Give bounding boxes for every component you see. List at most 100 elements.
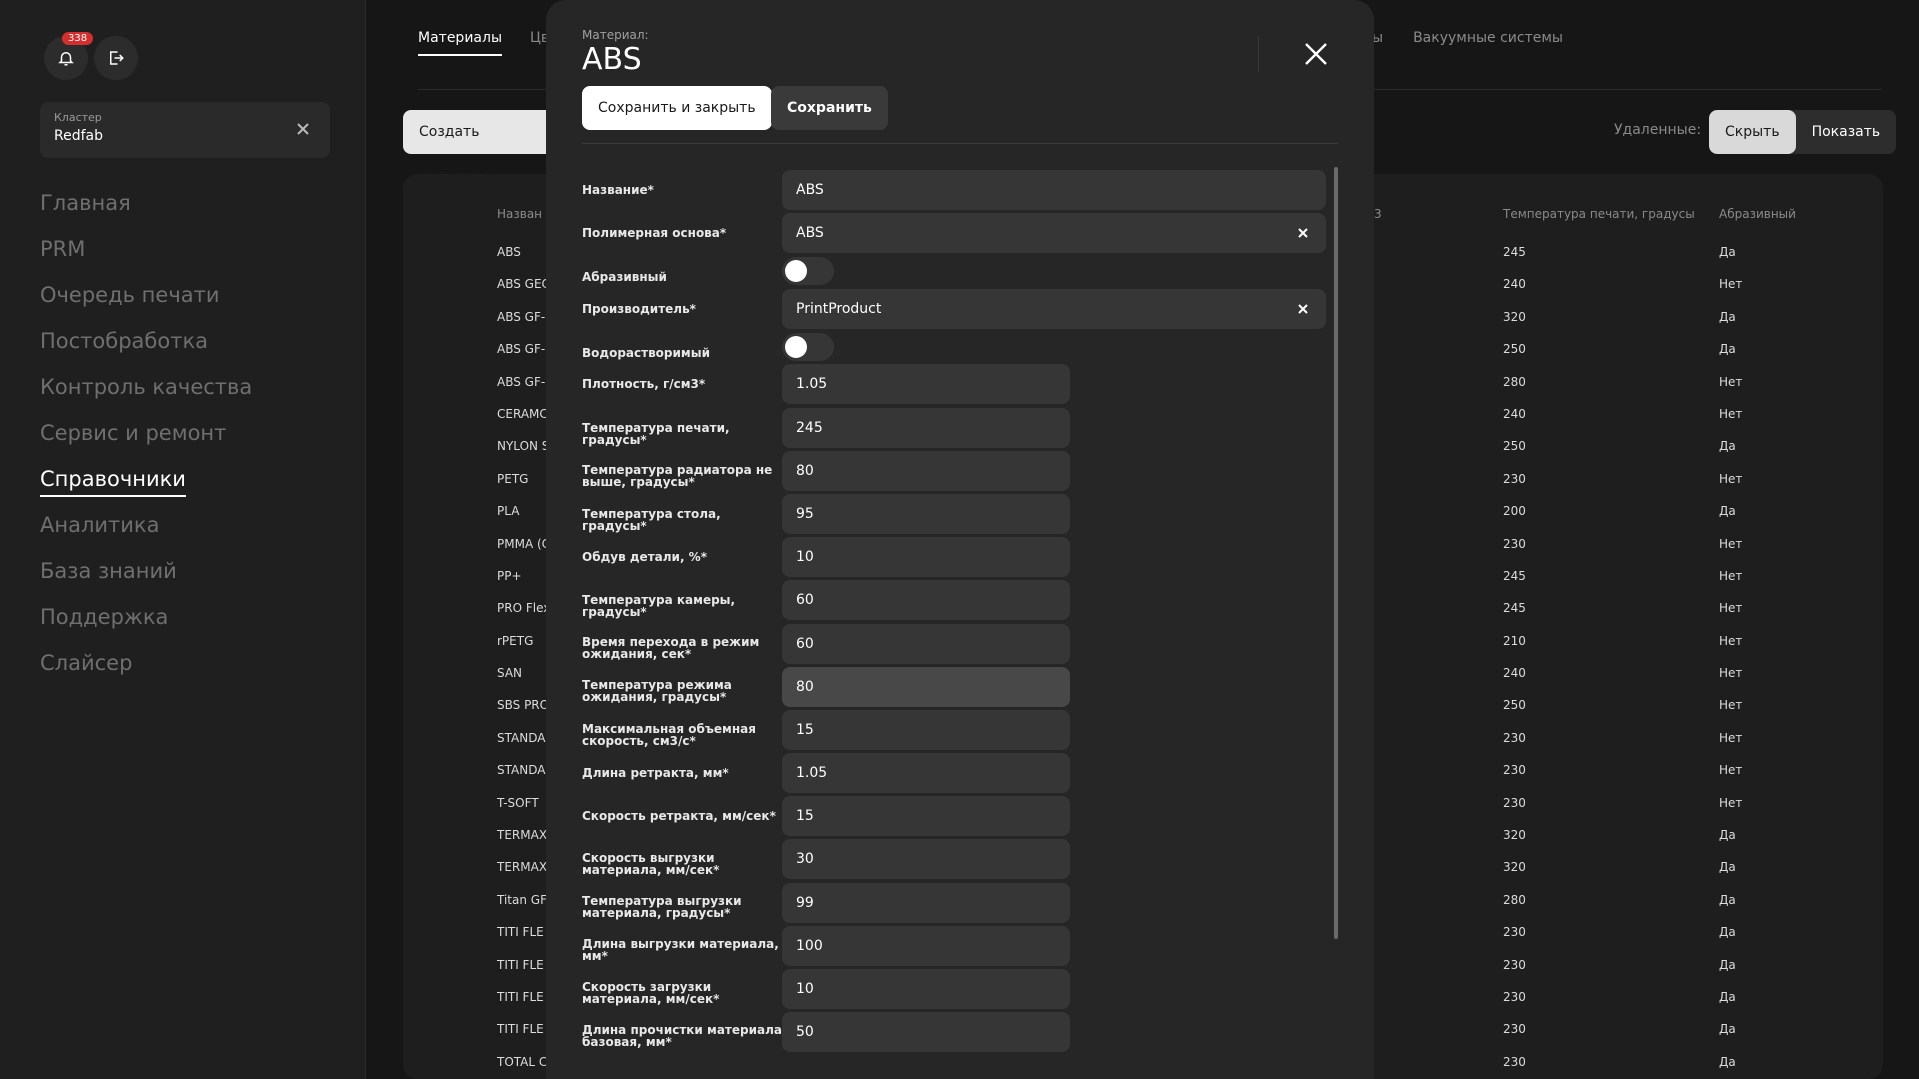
tab-vacuum-systems[interactable]: Вакуумные системы bbox=[1413, 30, 1563, 46]
table-cell-print-temp: 230 bbox=[1503, 471, 1526, 486]
table-cell-name: T-SOFT bbox=[497, 795, 539, 810]
table-cell-name: PP+ bbox=[497, 568, 522, 583]
modal-scrollbar[interactable] bbox=[1334, 167, 1338, 939]
table-cell-abrasive: Да bbox=[1719, 892, 1736, 907]
save-button[interactable]: Сохранить bbox=[771, 86, 888, 130]
nav-item-analytics[interactable]: Аналитика bbox=[40, 502, 252, 548]
soluble-toggle[interactable] bbox=[782, 333, 834, 361]
nav-item-print-queue[interactable]: Очередь печати bbox=[40, 272, 252, 318]
field-label: Обдув детали, %* bbox=[582, 550, 707, 564]
nav-item-postprocessing[interactable]: Постобработка bbox=[40, 318, 252, 364]
table-cell-abrasive: Нет bbox=[1719, 601, 1743, 616]
temp-column: 245 240 320 250 280 240 250 230 200 230 245 245 210 2… bbox=[1503, 236, 1526, 1078]
nav-item-support[interactable]: Поддержка bbox=[40, 594, 252, 640]
field-label: Длина ретракта, мм* bbox=[582, 766, 729, 780]
retract-length-input[interactable]: 1.05 bbox=[782, 753, 1070, 793]
nav-item-knowledge-base[interactable]: База знаний bbox=[40, 548, 252, 594]
col-header-name[interactable]: Назван bbox=[497, 207, 542, 221]
table-cell-print-temp: 280 bbox=[1503, 892, 1526, 907]
field-label: Скорость выгрузки материала, мм/сек* bbox=[582, 851, 720, 877]
table-cell-name: PETG bbox=[497, 471, 529, 486]
hide-deleted-button[interactable]: Скрыть bbox=[1709, 110, 1796, 154]
table-cell-name: TITI FLE bbox=[497, 925, 544, 940]
logout-button[interactable] bbox=[94, 36, 138, 80]
clear-manufacturer-icon[interactable] bbox=[1296, 302, 1310, 316]
cluster-selector[interactable]: Кластер Redfab bbox=[40, 102, 330, 158]
table-cell-name: PRO Flex bbox=[497, 601, 551, 616]
table-cell-name: TITI FLE bbox=[497, 989, 544, 1004]
table-cell-abrasive: Да bbox=[1719, 1022, 1736, 1037]
chamber-temp-input[interactable]: 60 bbox=[782, 580, 1070, 620]
table-cell-print-temp: 250 bbox=[1503, 342, 1526, 357]
nav-item-home[interactable]: Главная bbox=[40, 180, 252, 226]
toggle-knob bbox=[785, 336, 807, 358]
polymer-select[interactable]: ABS bbox=[782, 213, 1326, 253]
standby-time-input[interactable]: 60 bbox=[782, 624, 1070, 664]
show-deleted-button[interactable]: Показать bbox=[1796, 110, 1897, 154]
name-column: ABS ABS GEC ABS GF-1 ABS GF- ABS GF- CERAMC NY… bbox=[497, 236, 553, 1078]
field-label: Плотность, г/см3* bbox=[582, 377, 706, 391]
table-cell-name: rPETG bbox=[497, 633, 534, 648]
table-cell-print-temp: 230 bbox=[1503, 1022, 1526, 1037]
density-input[interactable]: 1.05 bbox=[782, 364, 1070, 404]
nav-item-service[interactable]: Сервис и ремонт bbox=[40, 410, 252, 456]
table-cell-name: TERMAX bbox=[497, 860, 548, 875]
table-cell-name: NYLON S bbox=[497, 439, 550, 454]
table-cell-abrasive: Да bbox=[1719, 309, 1736, 324]
table-cell-name: Titan GF bbox=[497, 892, 547, 907]
table-cell-print-temp: 240 bbox=[1503, 666, 1526, 681]
table-cell-abrasive: Да bbox=[1719, 1054, 1736, 1069]
table-cell-abrasive: Нет bbox=[1719, 633, 1743, 648]
table-cell-name: ABS GF- bbox=[497, 342, 546, 357]
nav-item-slicer[interactable]: Слайсер bbox=[40, 640, 252, 686]
table-cell-abrasive: Нет bbox=[1719, 277, 1743, 292]
close-icon[interactable] bbox=[1302, 40, 1330, 68]
retract-speed-input[interactable]: 15 bbox=[782, 796, 1070, 836]
unload-speed-input[interactable]: 30 bbox=[782, 839, 1070, 879]
table-cell-name: STANDA bbox=[497, 730, 546, 745]
manufacturer-select-value: PrintProduct bbox=[796, 301, 882, 317]
table-cell-name: STANDA bbox=[497, 763, 546, 778]
manufacturer-select[interactable]: PrintProduct bbox=[782, 289, 1326, 329]
name-input[interactable]: ABS bbox=[782, 170, 1326, 210]
create-material-button[interactable]: Создать материал bbox=[403, 110, 553, 184]
table-cell-print-temp: 320 bbox=[1503, 828, 1526, 843]
purge-length-input[interactable]: 50 bbox=[782, 1012, 1070, 1052]
clear-polymer-icon[interactable] bbox=[1296, 226, 1310, 240]
field-label: Максимальная объемная скорость, см3/с* bbox=[582, 722, 756, 748]
table-cell-name: TOTAL C bbox=[497, 1054, 548, 1069]
table-cell-abrasive: Да bbox=[1719, 957, 1736, 972]
table-cell-print-temp: 210 bbox=[1503, 633, 1526, 648]
field-label: Температура выгрузки материала, градусы* bbox=[582, 894, 742, 920]
radiator-temp-input[interactable]: 80 bbox=[782, 451, 1070, 491]
table-cell-abrasive: Нет bbox=[1719, 763, 1743, 778]
field-label: Длина прочистки материала базовая, мм* bbox=[582, 1023, 783, 1049]
tab-materials[interactable]: Материалы bbox=[418, 30, 502, 56]
nav-item-quality-control[interactable]: Контроль качества bbox=[40, 364, 252, 410]
table-cell-abrasive: Нет bbox=[1719, 568, 1743, 583]
col-header-abrasive[interactable]: Абразивный bbox=[1719, 207, 1796, 221]
nav-item-prm[interactable]: PRM bbox=[40, 226, 252, 272]
table-cell-name: TITI FLE bbox=[497, 957, 544, 972]
table-cell-abrasive: Да bbox=[1719, 439, 1736, 454]
unload-temp-input[interactable]: 99 bbox=[782, 883, 1070, 923]
save-and-close-button[interactable]: Сохранить и закрыть bbox=[582, 86, 772, 130]
max-volume-speed-input[interactable]: 15 bbox=[782, 710, 1070, 750]
unload-length-input[interactable]: 100 bbox=[782, 926, 1070, 966]
load-speed-input[interactable]: 10 bbox=[782, 969, 1070, 1009]
table-cell-name: ABS GF- bbox=[497, 374, 546, 389]
print-temp-input[interactable]: 245 bbox=[782, 408, 1070, 448]
notifications-button[interactable]: 338 bbox=[44, 32, 94, 80]
bed-temp-input[interactable]: 95 bbox=[782, 494, 1070, 534]
col-header-print-temp[interactable]: Температура печати, градусы bbox=[1503, 207, 1695, 221]
modal-title: ABS bbox=[582, 42, 642, 77]
abrasive-toggle[interactable] bbox=[782, 257, 834, 285]
cooling-input[interactable]: 10 bbox=[782, 537, 1070, 577]
standby-temp-input[interactable]: 80 bbox=[782, 667, 1070, 707]
polymer-select-value: ABS bbox=[796, 225, 824, 241]
col-header-density[interactable]: 3 bbox=[1374, 207, 1382, 221]
clear-cluster-icon[interactable] bbox=[296, 122, 310, 136]
table-cell-abrasive: Нет bbox=[1719, 666, 1743, 681]
table-cell-print-temp: 245 bbox=[1503, 568, 1526, 583]
nav-item-references[interactable]: Справочники bbox=[40, 456, 252, 502]
